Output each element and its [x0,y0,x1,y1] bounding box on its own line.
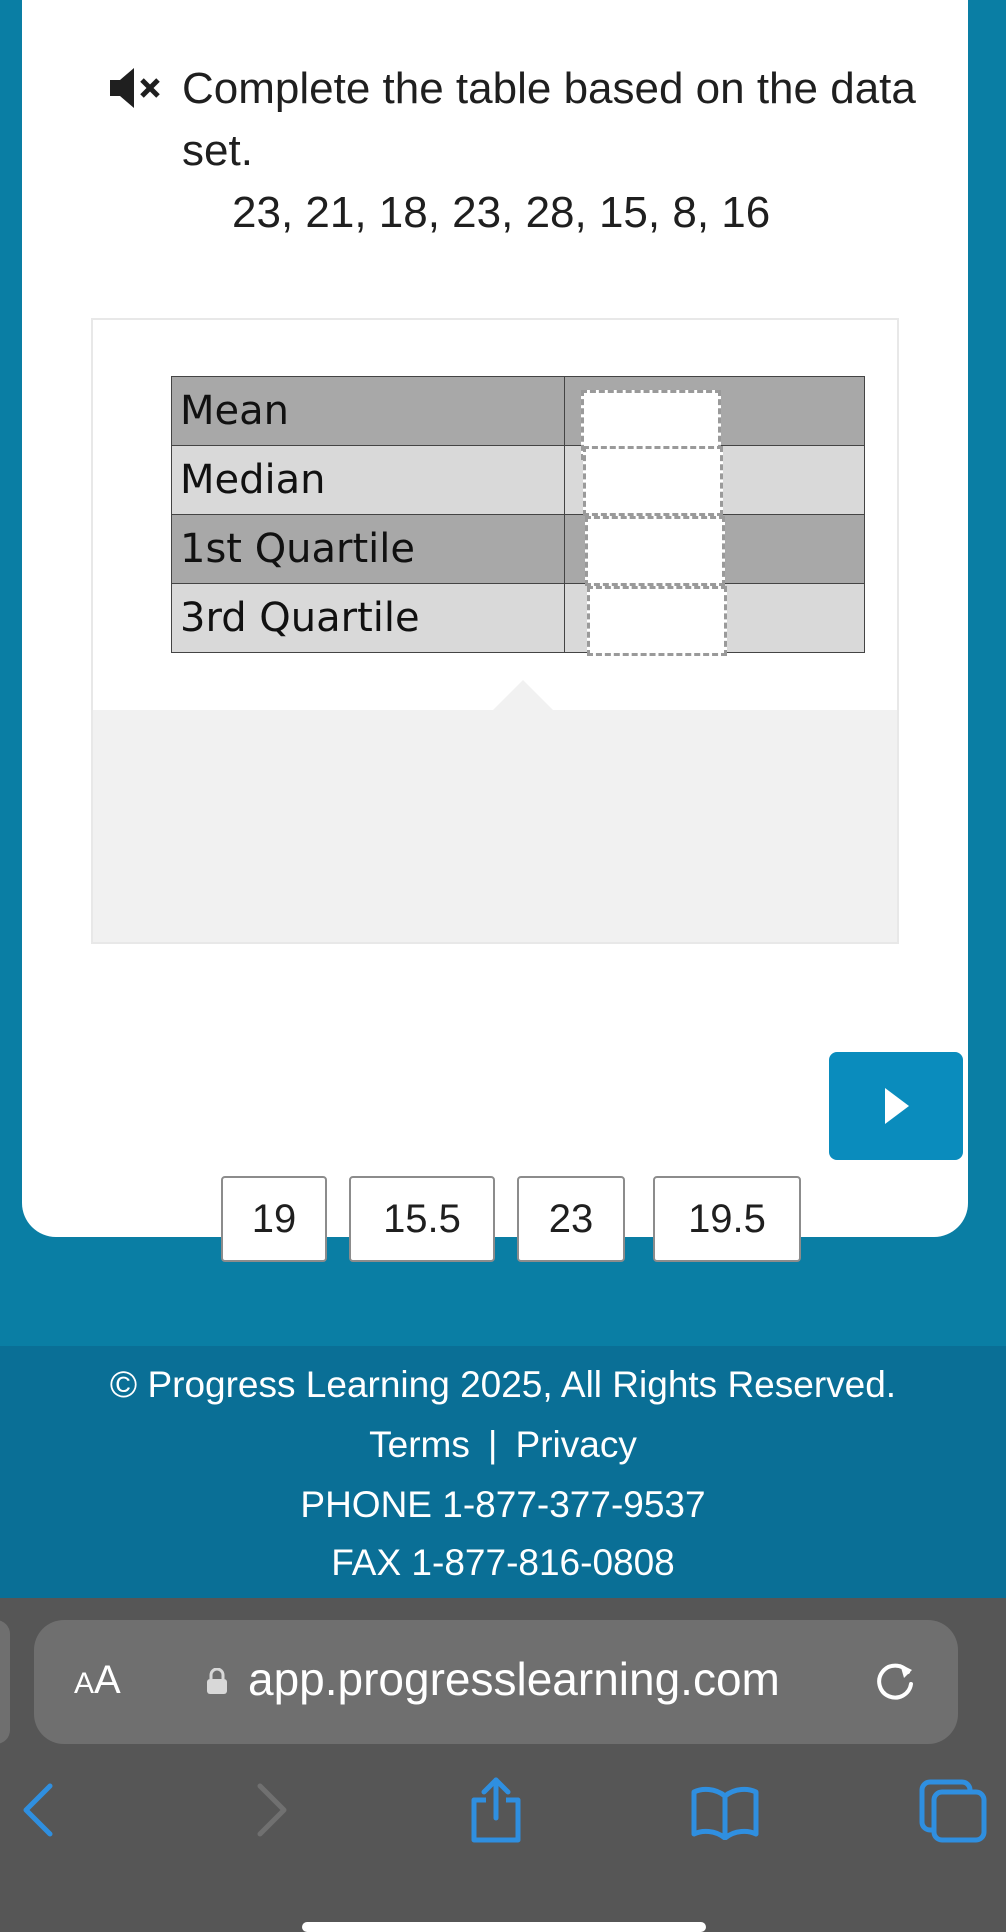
tabs-icon[interactable] [918,1778,988,1844]
copyright-text: © Progress Learning 2025, All Rights Res… [109,1364,897,1405]
row-label-mean: Mean [171,376,565,446]
drop-slot-q3[interactable] [587,586,727,656]
answer-bank: 19 15.5 23 19.5 [93,710,897,1262]
privacy-link[interactable]: Privacy [516,1424,637,1465]
panel-notch [491,680,555,712]
forward-icon[interactable] [252,1780,292,1840]
bookmarks-icon[interactable] [690,1784,760,1840]
interaction-panel: Mean Median 1st Quartile 3rd Quartile 19… [91,318,899,1262]
choice-list: 19 15.5 23 19.5 [201,1176,801,1266]
table-row: 1st Quartile [171,514,865,584]
reload-icon[interactable] [872,1658,918,1704]
back-icon[interactable] [18,1780,58,1840]
browser-chrome: AA app.progresslearning.com [0,1598,1006,1932]
table-row: Median [171,445,865,515]
answer-chip[interactable]: 19.5 [653,1176,801,1262]
question-card: Complete the table based on the data set… [22,0,968,1262]
answer-chip[interactable]: 15.5 [349,1176,495,1262]
play-arrow-icon [885,1088,909,1124]
drop-slot-median[interactable] [583,446,723,516]
fax-number: FAX 1-877-816-0808 [331,1542,675,1583]
previous-tab-edge[interactable] [0,1620,10,1744]
question-prompt: Complete the table based on the data set… [182,64,916,175]
answer-chip[interactable]: 23 [517,1176,625,1262]
row-label-q1: 1st Quartile [171,514,565,584]
row-label-q3: 3rd Quartile [171,583,565,653]
row-label-median: Median [171,445,565,515]
stats-table: Mean Median 1st Quartile 3rd Quartile [171,376,865,653]
speaker-muted-icon[interactable] [110,66,166,110]
url-text[interactable]: app.progresslearning.com [248,1652,780,1706]
next-button[interactable] [829,1052,963,1160]
data-set: 23, 21, 18, 23, 28, 15, 8, 16 [232,188,771,237]
share-icon[interactable] [468,1774,524,1844]
reader-options-button[interactable]: AA [74,1658,121,1703]
lock-icon [207,1668,227,1694]
terms-link[interactable]: Terms [369,1424,470,1465]
table-row: 3rd Quartile [171,583,865,653]
answer-chip[interactable]: 19 [221,1176,327,1262]
footer: © Progress Learning 2025, All Rights Res… [0,1346,1006,1600]
link-separator: | [487,1424,498,1465]
home-indicator [302,1922,706,1932]
drop-slot-q1[interactable] [585,516,725,586]
phone-number: PHONE 1-877-377-9537 [300,1484,706,1525]
address-bar[interactable]: AA app.progresslearning.com [34,1620,958,1744]
footer-links: Terms | Privacy [0,1424,1006,1466]
table-row: Mean [171,376,865,446]
